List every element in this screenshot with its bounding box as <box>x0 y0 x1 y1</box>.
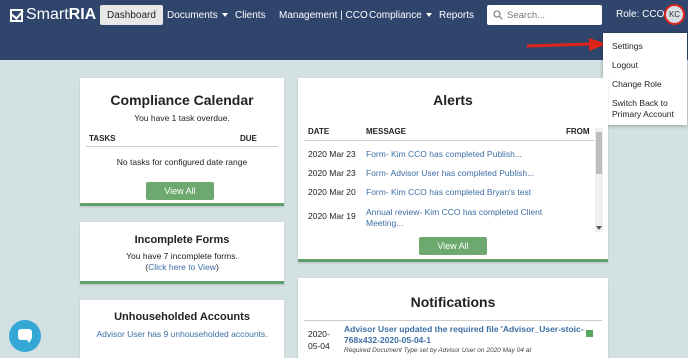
unhouseholded-link[interactable]: Advisor User has 9 unhouseholded account… <box>80 329 284 339</box>
nav-dashboard-label: Dashboard <box>107 9 156 21</box>
search-box[interactable] <box>487 5 602 25</box>
notification-meta: Required Document Type set by Advisor Us… <box>344 347 532 354</box>
click-here-to-view-link[interactable]: Click here to View <box>148 262 216 272</box>
search-icon <box>493 10 503 20</box>
compliance-calendar-card: Compliance Calendar You have 1 task over… <box>80 78 284 206</box>
incomplete-forms-view-line: (Click here to View) <box>80 262 284 272</box>
nav-documents[interactable]: Documents <box>160 5 235 25</box>
menu-item-settings[interactable]: Settings <box>612 41 643 52</box>
smartria-logo[interactable]: Smart RIA <box>10 6 96 24</box>
chevron-down-icon <box>425 13 432 17</box>
nav-compliance[interactable]: Compliance <box>362 5 439 25</box>
nav-compliance-label: Compliance <box>369 9 422 21</box>
divider <box>304 140 594 141</box>
nav-management[interactable]: Management | CCO <box>272 5 375 25</box>
checkbox-logo-icon <box>10 8 23 22</box>
nav-clients-label: Clients <box>235 9 266 21</box>
unhouseholded-accounts-card: Unhouseholded Accounts Advisor User has … <box>80 300 284 358</box>
nav-reports[interactable]: Reports <box>432 5 481 25</box>
alert-date: 2020 Mar 19 <box>308 211 356 221</box>
incomplete-forms-card: Incomplete Forms You have 7 incomplete f… <box>80 222 284 284</box>
user-avatar[interactable]: KC <box>664 4 685 25</box>
menu-item-change-role[interactable]: Change Role <box>612 79 662 90</box>
calendar-view-all-button[interactable]: View All <box>146 182 214 200</box>
col-from: FROM <box>566 127 590 136</box>
alert-date: 2020 Mar 20 <box>308 187 356 197</box>
logo-text-bold: RIA <box>68 6 97 23</box>
incomplete-forms-count: You have 7 incomplete forms. <box>126 251 238 261</box>
nav-management-label: Management | CCO <box>279 9 368 21</box>
logo-text-light: Smart <box>26 6 69 23</box>
alert-message[interactable]: Form- Advisor User has completed Publish… <box>366 168 534 178</box>
unhouseholded-title: Unhouseholded Accounts <box>114 311 250 323</box>
menu-item-logout[interactable]: Logout <box>612 60 638 71</box>
chat-bubble-tail <box>26 338 32 343</box>
notifications-title: Notifications <box>410 294 496 310</box>
alert-message[interactable]: Form- Kim CCO has completed Publish... <box>366 149 522 159</box>
nav-reports-label: Reports <box>439 9 475 21</box>
alert-date: 2020 Mar 23 <box>308 149 356 159</box>
switch-back-line1: Switch Back to <box>612 98 668 108</box>
divider <box>86 146 278 147</box>
alerts-scrollbar[interactable] <box>595 128 603 232</box>
search-input[interactable] <box>507 9 597 21</box>
card-accent <box>80 281 284 284</box>
overdue-text: You have 1 task overdue. <box>134 113 230 123</box>
alert-message-line2: Meeting... <box>366 218 404 228</box>
switch-back-line2: Primary Account <box>612 109 674 119</box>
col-tasks: TASKS <box>89 134 116 143</box>
scrollbar-thumb[interactable] <box>596 132 602 174</box>
no-tasks-text: No tasks for configured date range <box>116 157 248 167</box>
alerts-card: Alerts DATE MESSAGE FROM 2020 Mar 23 For… <box>298 78 608 262</box>
nav-dashboard[interactable]: Dashboard <box>100 5 163 25</box>
notification-link-line2: 768x432-2020-05-04-1 <box>344 335 431 345</box>
nav-clients[interactable]: Clients <box>228 5 273 25</box>
notification-date-line1: 2020- <box>308 329 330 339</box>
alert-message-line1: Annual review- Kim CCO has completed Cli… <box>366 207 543 217</box>
user-dropdown-menu: Settings Logout Change Role Switch Back … <box>603 33 687 125</box>
nav-documents-label: Documents <box>167 9 218 21</box>
notifications-card: Notifications 2020- 05-04 Advisor User u… <box>298 278 608 358</box>
menu-item-switch-back[interactable]: Switch Back to Primary Account <box>612 98 674 120</box>
divider <box>304 320 602 321</box>
card-accent <box>80 203 284 206</box>
chat-widget-button[interactable] <box>9 320 41 352</box>
paren-close: ) <box>215 262 219 272</box>
notification-date-line2: 05-04 <box>308 341 330 351</box>
alert-message[interactable]: Annual review- Kim CCO has completed Cli… <box>366 207 542 229</box>
col-message: MESSAGE <box>366 127 407 136</box>
alerts-title: Alerts <box>433 92 473 108</box>
alert-message[interactable]: Form- Kim CCO has completed Bryan's test <box>366 187 531 197</box>
notification-link[interactable]: Advisor User updated the required file '… <box>344 324 584 346</box>
alerts-view-all-button[interactable]: View All <box>419 237 487 255</box>
chevron-down-icon <box>221 13 228 17</box>
compliance-calendar-title: Compliance Calendar <box>110 92 254 108</box>
col-date: DATE <box>308 127 330 136</box>
col-due: DUE <box>240 134 257 143</box>
card-accent <box>298 259 608 262</box>
incomplete-forms-title: Incomplete Forms <box>134 234 230 246</box>
scroll-down-arrow-icon[interactable] <box>596 226 602 230</box>
red-arrow-annotation <box>527 38 607 51</box>
notification-link-line1: Advisor User updated the required file '… <box>344 324 584 334</box>
role-label[interactable]: Role: CCO <box>616 9 664 20</box>
alert-date: 2020 Mar 23 <box>308 168 356 178</box>
notification-status-icon <box>586 330 593 337</box>
notification-date: 2020- 05-04 <box>308 328 330 352</box>
